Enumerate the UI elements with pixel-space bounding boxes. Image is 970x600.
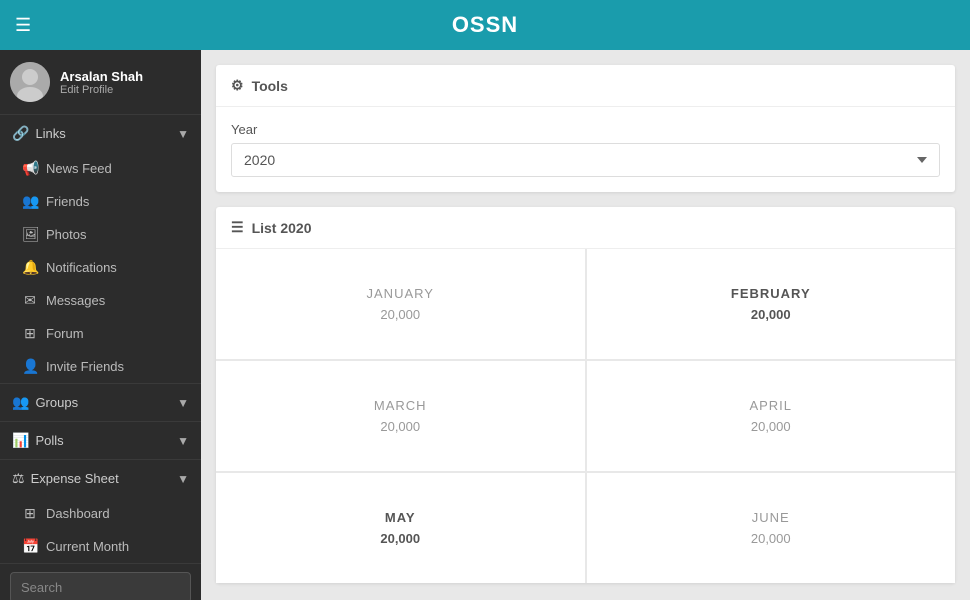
current-month-label: Current Month: [46, 539, 129, 554]
links-icon: 🔗: [12, 125, 29, 142]
dashboard-label: Dashboard: [46, 506, 110, 521]
photos-label: Photos: [46, 227, 86, 242]
sidebar-item-invite-friends[interactable]: 👤 Invite Friends: [0, 350, 201, 383]
links-section: 🔗 Links ▼ 📢 News Feed 👥 Friends 🖼 Photos…: [0, 115, 201, 384]
friends-label: Friends: [46, 194, 89, 209]
polls-chevron: ▼: [177, 434, 189, 448]
expense-section: ⚖ Expense Sheet ▼ ⊞ Dashboard 📅 Current …: [0, 460, 201, 564]
polls-section: 📊 Polls ▼: [0, 422, 201, 460]
month-amount-june: 20,000: [751, 531, 791, 546]
main-content: ⚙ Tools Year 2020 2019 2018 2017 ☰: [201, 50, 970, 600]
groups-icon: 👥: [12, 394, 29, 411]
user-name: Arsalan Shah: [60, 69, 143, 84]
list-card-header: ☰ List 2020: [216, 207, 955, 249]
forum-icon: ⊞: [22, 325, 38, 342]
month-card-february[interactable]: FEBRUARY 20,000: [587, 249, 956, 359]
month-name-april: APRIL: [749, 398, 792, 413]
month-amount-january: 20,000: [380, 307, 420, 322]
expense-section-label: Expense Sheet: [31, 471, 119, 486]
polls-section-label: Polls: [35, 433, 63, 448]
app-title: OSSN: [452, 12, 518, 38]
avatar: [10, 62, 50, 102]
month-grid: JANUARY20,000FEBRUARY20,000MARCH20,000AP…: [216, 249, 955, 583]
expense-section-header[interactable]: ⚖ Expense Sheet ▼: [0, 460, 201, 497]
month-name-january: JANUARY: [367, 286, 434, 301]
month-name-june: JUNE: [752, 510, 790, 525]
groups-section: 👥 Groups ▼: [0, 384, 201, 422]
sidebar-item-forum[interactable]: ⊞ Forum: [0, 317, 201, 350]
sidebar-search-container: [0, 564, 201, 600]
month-amount-may: 20,000: [380, 531, 420, 546]
month-name-may: MAY: [385, 510, 416, 525]
groups-chevron: ▼: [177, 396, 189, 410]
sidebar-item-notifications[interactable]: 🔔 Notifications: [0, 251, 201, 284]
menu-icon[interactable]: ☰: [15, 15, 31, 36]
friends-icon: 👥: [22, 193, 38, 210]
news-feed-label: News Feed: [46, 161, 112, 176]
tools-card-header: ⚙ Tools: [216, 65, 955, 107]
month-card-april[interactable]: APRIL 20,000: [587, 361, 956, 471]
sidebar-item-messages[interactable]: ✉ Messages: [0, 284, 201, 317]
invite-friends-label: Invite Friends: [46, 359, 124, 374]
groups-section-header[interactable]: 👥 Groups ▼: [0, 384, 201, 421]
notifications-label: Notifications: [46, 260, 117, 275]
app-header: ☰ OSSN: [0, 0, 970, 50]
links-chevron: ▼: [177, 127, 189, 141]
expense-icon: ⚖: [12, 470, 25, 487]
month-card-january[interactable]: JANUARY 20,000: [216, 249, 585, 359]
sidebar-item-dashboard[interactable]: ⊞ Dashboard: [0, 497, 201, 530]
sidebar-item-current-month[interactable]: 📅 Current Month: [0, 530, 201, 563]
list-title: List 2020: [252, 220, 312, 236]
month-amount-february: 20,000: [751, 307, 791, 322]
links-section-label: Links: [35, 126, 65, 141]
polls-section-header[interactable]: 📊 Polls ▼: [0, 422, 201, 459]
news-feed-icon: 📢: [22, 160, 38, 177]
main-layout: Arsalan Shah Edit Profile 🔗 Links ▼ 📢 Ne…: [0, 50, 970, 600]
edit-profile-link[interactable]: Edit Profile: [60, 84, 143, 96]
search-input[interactable]: [10, 572, 191, 600]
month-name-february: FEBRUARY: [731, 286, 811, 301]
month-name-march: MARCH: [374, 398, 427, 413]
links-section-header[interactable]: 🔗 Links ▼: [0, 115, 201, 152]
sidebar-item-photos[interactable]: 🖼 Photos: [0, 218, 201, 251]
sidebar-item-news-feed[interactable]: 📢 News Feed: [0, 152, 201, 185]
messages-label: Messages: [46, 293, 105, 308]
user-info: Arsalan Shah Edit Profile: [60, 69, 143, 96]
month-amount-april: 20,000: [751, 419, 791, 434]
current-month-icon: 📅: [22, 538, 38, 555]
year-form-group: Year 2020 2019 2018 2017: [231, 122, 940, 177]
gear-icon: ⚙: [231, 77, 244, 94]
tools-title: Tools: [252, 78, 288, 94]
notifications-icon: 🔔: [22, 259, 38, 276]
user-profile[interactable]: Arsalan Shah Edit Profile: [0, 50, 201, 115]
photos-icon: 🖼: [22, 226, 38, 243]
month-amount-march: 20,000: [380, 419, 420, 434]
dashboard-icon: ⊞: [22, 505, 38, 522]
tools-card-body: Year 2020 2019 2018 2017: [216, 107, 955, 192]
expense-chevron: ▼: [177, 472, 189, 486]
list-card: ☰ List 2020 JANUARY20,000FEBRUARY20,000M…: [216, 207, 955, 583]
month-card-may[interactable]: MAY 20,000: [216, 473, 585, 583]
invite-friends-icon: 👤: [22, 358, 38, 375]
sidebar-item-friends[interactable]: 👥 Friends: [0, 185, 201, 218]
list-icon: ☰: [231, 219, 244, 236]
messages-icon: ✉: [22, 292, 38, 309]
tools-card: ⚙ Tools Year 2020 2019 2018 2017: [216, 65, 955, 192]
month-card-march[interactable]: MARCH 20,000: [216, 361, 585, 471]
sidebar: Arsalan Shah Edit Profile 🔗 Links ▼ 📢 Ne…: [0, 50, 201, 600]
month-card-june[interactable]: JUNE 20,000: [587, 473, 956, 583]
groups-section-label: Groups: [35, 395, 78, 410]
polls-icon: 📊: [12, 432, 29, 449]
year-select[interactable]: 2020 2019 2018 2017: [231, 143, 940, 177]
year-label: Year: [231, 122, 940, 137]
forum-label: Forum: [46, 326, 84, 341]
